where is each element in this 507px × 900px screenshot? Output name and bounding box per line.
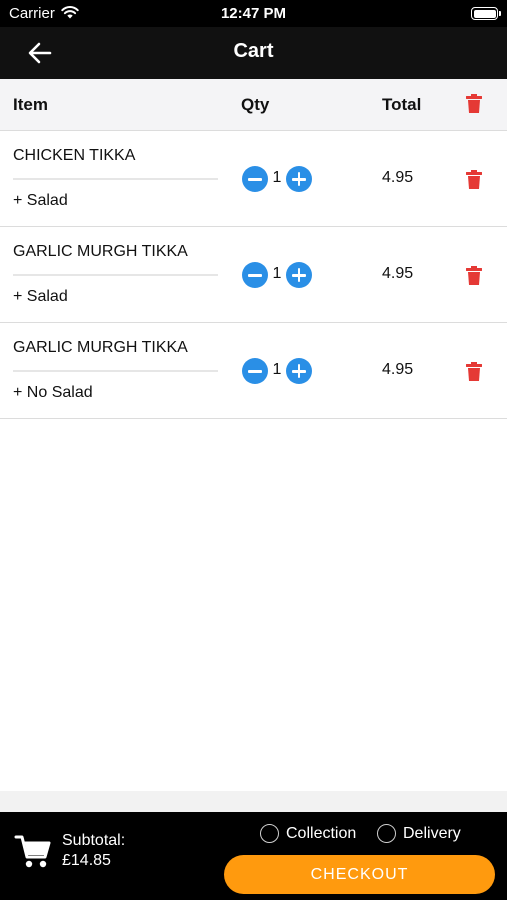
radio-circle-icon xyxy=(260,824,279,843)
clock: 12:47 PM xyxy=(220,5,287,22)
subtotal-label: Subtotal: xyxy=(62,832,126,849)
item-column-header: Item xyxy=(13,95,48,114)
item-name: GARLIC MURGH TIKKA xyxy=(13,339,188,356)
cart-table-header: Item Qty Total xyxy=(0,79,507,131)
increase-qty-button[interactable] xyxy=(286,262,312,288)
item-divider xyxy=(13,178,218,180)
decrease-qty-button[interactable] xyxy=(242,166,268,192)
delivery-radio[interactable]: Delivery xyxy=(377,824,461,843)
increase-qty-button[interactable] xyxy=(286,166,312,192)
footer-separator xyxy=(0,791,507,812)
item-option: + Salad xyxy=(13,192,68,209)
item-quantity: 1 xyxy=(272,169,282,186)
status-bar: Carrier 12:47 PM xyxy=(0,0,507,27)
shopping-cart-icon xyxy=(14,835,51,868)
cart-items-list: CHICKEN TIKKA + Salad 1 4.95 GARLIC MURG… xyxy=(0,131,507,419)
item-total: 4.95 xyxy=(382,169,414,186)
collection-radio[interactable]: Collection xyxy=(260,824,356,843)
cart-item-row: GARLIC MURGH TIKKA + Salad 1 4.95 xyxy=(0,227,507,323)
subtotal-value: £14.85 xyxy=(62,852,111,869)
total-column-header: Total xyxy=(382,95,422,114)
item-divider xyxy=(13,370,218,372)
delete-item-trash-icon[interactable] xyxy=(465,169,483,190)
item-total: 4.95 xyxy=(382,361,414,378)
checkout-button[interactable]: CHECKOUT xyxy=(224,855,495,894)
checkout-footer: Subtotal: £14.85 Collection Delivery CHE… xyxy=(0,812,507,900)
page-title: Cart xyxy=(233,40,274,62)
item-option: + Salad xyxy=(13,288,68,305)
decrease-qty-button[interactable] xyxy=(242,262,268,288)
battery-icon xyxy=(471,7,501,20)
cart-item-row: GARLIC MURGH TIKKA + No Salad 1 4.95 xyxy=(0,323,507,419)
item-divider xyxy=(13,274,218,276)
item-name: CHICKEN TIKKA xyxy=(13,147,136,164)
collection-label: Collection xyxy=(286,824,357,842)
delete-item-trash-icon[interactable] xyxy=(465,361,483,382)
nav-bar: Cart xyxy=(0,27,507,79)
decrease-qty-button[interactable] xyxy=(242,358,268,384)
item-quantity: 1 xyxy=(272,361,282,378)
increase-qty-button[interactable] xyxy=(286,358,312,384)
radio-circle-icon xyxy=(377,824,396,843)
item-option: + No Salad xyxy=(13,384,93,401)
item-name: GARLIC MURGH TIKKA xyxy=(13,243,188,260)
delivery-label: Delivery xyxy=(403,824,461,842)
cart-item-row: CHICKEN TIKKA + Salad 1 4.95 xyxy=(0,131,507,227)
item-quantity: 1 xyxy=(272,265,282,282)
item-total: 4.95 xyxy=(382,265,414,282)
clear-cart-trash-icon[interactable] xyxy=(465,93,483,114)
delete-item-trash-icon[interactable] xyxy=(465,265,483,286)
qty-column-header: Qty xyxy=(241,95,270,114)
